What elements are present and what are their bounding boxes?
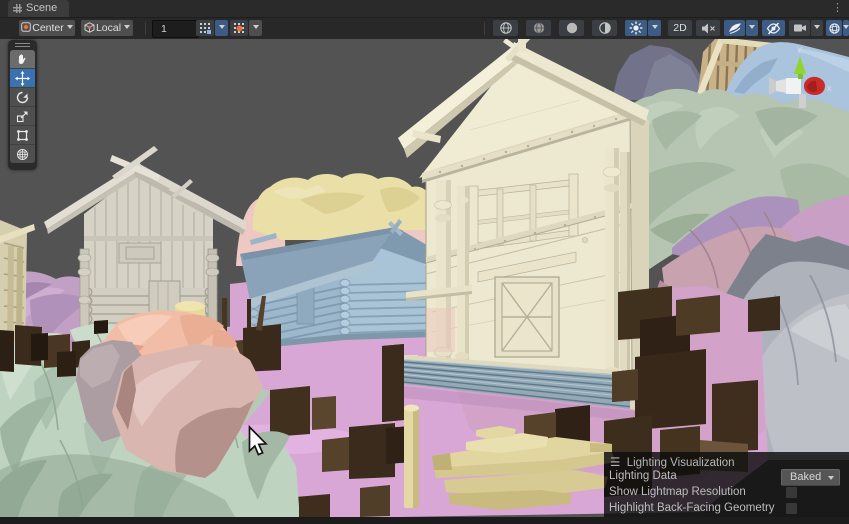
- svg-text:Y: Y: [797, 46, 803, 55]
- svg-text:x: x: [827, 83, 832, 93]
